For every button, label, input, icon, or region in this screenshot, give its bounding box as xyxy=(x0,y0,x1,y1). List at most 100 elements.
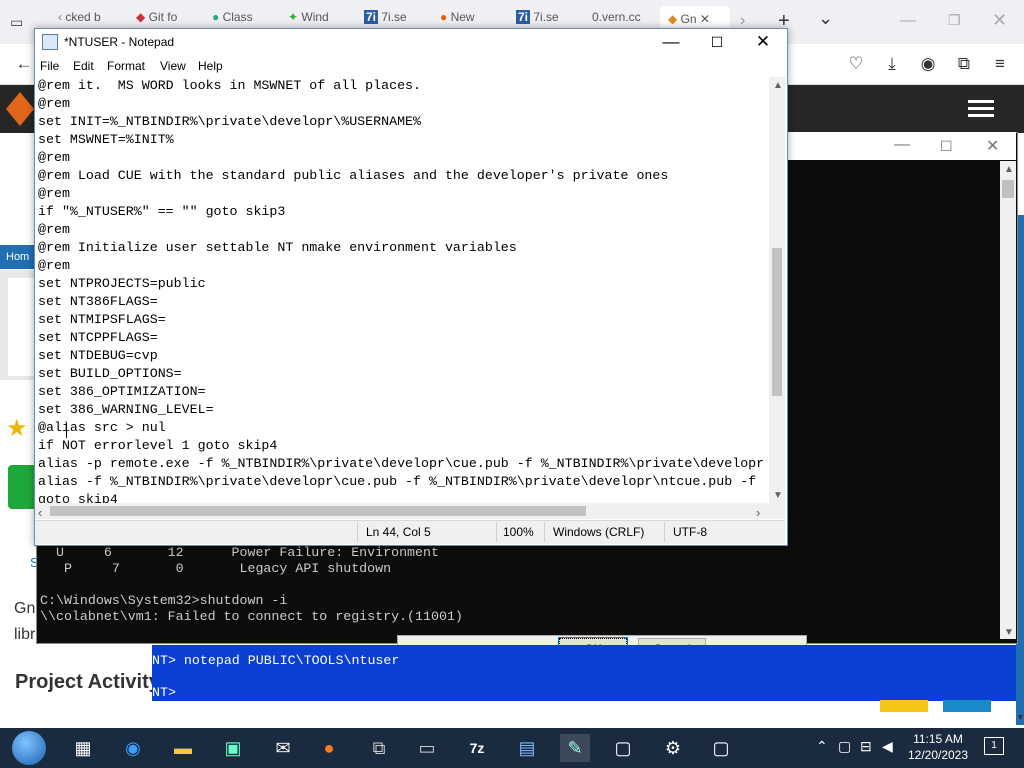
editor-line: set 386_OPTIMIZATION= xyxy=(38,384,206,399)
scrollbar-corner xyxy=(769,503,785,519)
menu-view[interactable]: View xyxy=(160,59,186,73)
scroll-right-icon[interactable]: › xyxy=(756,505,760,520)
settings-gear-icon[interactable]: ⚙ xyxy=(658,734,688,762)
pocket-icon[interactable]: ♡ xyxy=(844,52,868,76)
page-panel-inner xyxy=(8,278,36,376)
close-tab-icon[interactable]: ✕ xyxy=(700,12,710,26)
close-button[interactable]: ✕ xyxy=(740,30,786,54)
page-scroll-down-icon[interactable]: ▼ xyxy=(1016,712,1024,722)
cmd-output-line: P 7 0 Legacy API shutdown xyxy=(40,561,392,576)
editor-line: @rem xyxy=(38,258,70,273)
editor-line: @rem xyxy=(38,186,70,201)
status-divider xyxy=(357,522,358,542)
minimize-button[interactable]: — xyxy=(648,30,694,54)
cmd-scrollbar[interactable] xyxy=(1000,161,1016,639)
hamburger-menu-icon[interactable] xyxy=(968,100,994,118)
clock-date[interactable]: 12/20/2023 xyxy=(905,748,971,762)
editor-line: set NTDEBUG=cvp xyxy=(38,348,158,363)
nt-console-line: NT> notepad PUBLIC\TOOLS\ntuser xyxy=(152,653,400,668)
menu-icon[interactable]: ≡ xyxy=(988,52,1012,76)
scroll-left-icon[interactable]: ‹ xyxy=(38,505,42,520)
editor-line: @rem it. MS WORD looks in MSWNET of all … xyxy=(38,78,422,93)
globe-icon: ● xyxy=(212,10,223,24)
editor-line: set 386_WARNING_LEVEL= xyxy=(38,402,214,417)
editor-line: @rem Load CUE with the standard public a… xyxy=(38,168,669,183)
home-link[interactable]: Hom xyxy=(0,245,36,269)
network-icon[interactable]: ⊟ xyxy=(860,738,872,755)
back-arrow-icon[interactable]: ← xyxy=(12,52,36,76)
editor-line: set NTMIPSFLAGS= xyxy=(38,312,166,327)
github-icon: ◆ xyxy=(136,10,149,24)
maximize-icon[interactable]: ❐ xyxy=(948,12,961,29)
tray-chevron-up-icon[interactable]: ⌃ xyxy=(816,738,828,755)
encoding: UTF-8 xyxy=(673,525,707,539)
tray-app-icon[interactable]: ▢ xyxy=(838,738,851,755)
editor-line: alias -f %_NTBINDIR%\private\developr\cu… xyxy=(38,474,757,489)
notepad-taskbar-icon[interactable]: ✎ xyxy=(560,734,590,762)
cmd-scroll-thumb[interactable] xyxy=(1002,180,1014,198)
app-window-icon[interactable]: ▢ xyxy=(608,734,638,762)
leaf-icon: ✦ xyxy=(288,10,302,24)
download-button[interactable] xyxy=(8,465,36,509)
editor-line: @alias src > nul xyxy=(38,420,166,435)
cmd-scroll-down-icon[interactable]: ▼ xyxy=(1004,627,1014,638)
nt-console-prompt: NT> xyxy=(152,685,176,700)
horizontal-scroll-thumb[interactable] xyxy=(50,506,586,516)
project-activity-heading: Project Activity xyxy=(15,671,160,693)
7z-icon: 7i xyxy=(516,10,531,24)
download-icon[interactable]: ⤓ xyxy=(880,52,904,76)
mail-icon[interactable]: ✉ xyxy=(268,734,298,762)
close-icon[interactable]: ✕ xyxy=(992,10,1007,31)
tab-list-icon[interactable]: ▭ xyxy=(10,14,23,31)
app-window-icon-2[interactable]: ▢ xyxy=(706,734,736,762)
volume-muted-icon[interactable]: ◀ xyxy=(882,738,893,755)
menu-help[interactable]: Help xyxy=(198,59,223,73)
editor-line: alias -p remote.exe -f %_NTBINDIR%\priva… xyxy=(38,456,765,471)
tab-list-button[interactable]: ⌄ xyxy=(818,8,833,29)
notepad-icon xyxy=(42,34,58,50)
editor-line: set BUILD_OPTIONS= xyxy=(38,366,182,381)
menu-file[interactable]: File xyxy=(40,59,59,73)
firefox-icon[interactable]: ● xyxy=(314,734,344,762)
menu-format[interactable]: Format xyxy=(107,59,145,73)
scroll-down-icon[interactable]: ▼ xyxy=(773,490,783,501)
extensions-icon[interactable]: ⧉ xyxy=(952,52,976,76)
cmd-close-icon[interactable]: ✕ xyxy=(986,136,999,156)
task-view-icon[interactable]: ▦ xyxy=(68,734,98,762)
explorer-window-icon[interactable]: ⧉ xyxy=(364,734,394,762)
command-prompt-icon[interactable]: ▭ xyxy=(412,734,442,762)
7z-icon: 7i xyxy=(364,10,379,24)
store-icon[interactable]: ▣ xyxy=(218,734,248,762)
status-divider xyxy=(544,522,545,542)
minimize-icon[interactable]: — xyxy=(900,12,916,30)
star-icon[interactable]: ★ xyxy=(6,414,28,443)
start-button-icon[interactable] xyxy=(12,731,46,765)
remote-desktop-icon[interactable]: ▤ xyxy=(512,734,542,762)
7zip-icon[interactable]: 7z xyxy=(462,734,492,762)
vertical-scroll-thumb[interactable] xyxy=(772,248,782,396)
notification-icon[interactable]: 1 xyxy=(984,737,1004,755)
menu-edit[interactable]: Edit xyxy=(73,59,94,73)
editor-line: set MSWNET=%INIT% xyxy=(38,132,174,147)
cmd-maximize-icon[interactable]: ☐ xyxy=(940,138,953,155)
gnu-icon: ◆ xyxy=(668,12,681,26)
clock-time[interactable]: 11:15 AM xyxy=(905,732,971,746)
yellow-button[interactable] xyxy=(880,700,928,712)
text-caret xyxy=(66,423,67,438)
editor-line: @rem Initialize user settable NT nmake e… xyxy=(38,240,517,255)
status-divider xyxy=(664,522,665,542)
maximize-button[interactable]: ☐ xyxy=(694,30,740,54)
blue-button[interactable] xyxy=(943,700,991,712)
window-title: *NTUSER - Notepad xyxy=(64,35,175,49)
cmd-minimize-icon[interactable]: — xyxy=(894,136,910,154)
edge-icon[interactable]: ◉ xyxy=(118,734,148,762)
account-icon[interactable]: ◉ xyxy=(916,52,940,76)
file-explorer-icon[interactable]: ▬ xyxy=(168,734,198,762)
cmd-scroll-up-icon[interactable]: ▲ xyxy=(1004,164,1014,175)
firefox-icon: ● xyxy=(440,10,451,24)
editor-line: @rem xyxy=(38,222,70,237)
text-editor-area[interactable]: @rem it. MS WORD looks in MSWNET of all … xyxy=(35,77,769,503)
scroll-up-icon[interactable]: ▲ xyxy=(773,80,783,91)
cmd-output-line: \\colabnet\vm1: Failed to connect to reg… xyxy=(40,609,463,624)
cmd-output-line: U 6 12 Power Failure: Environment xyxy=(40,545,439,560)
